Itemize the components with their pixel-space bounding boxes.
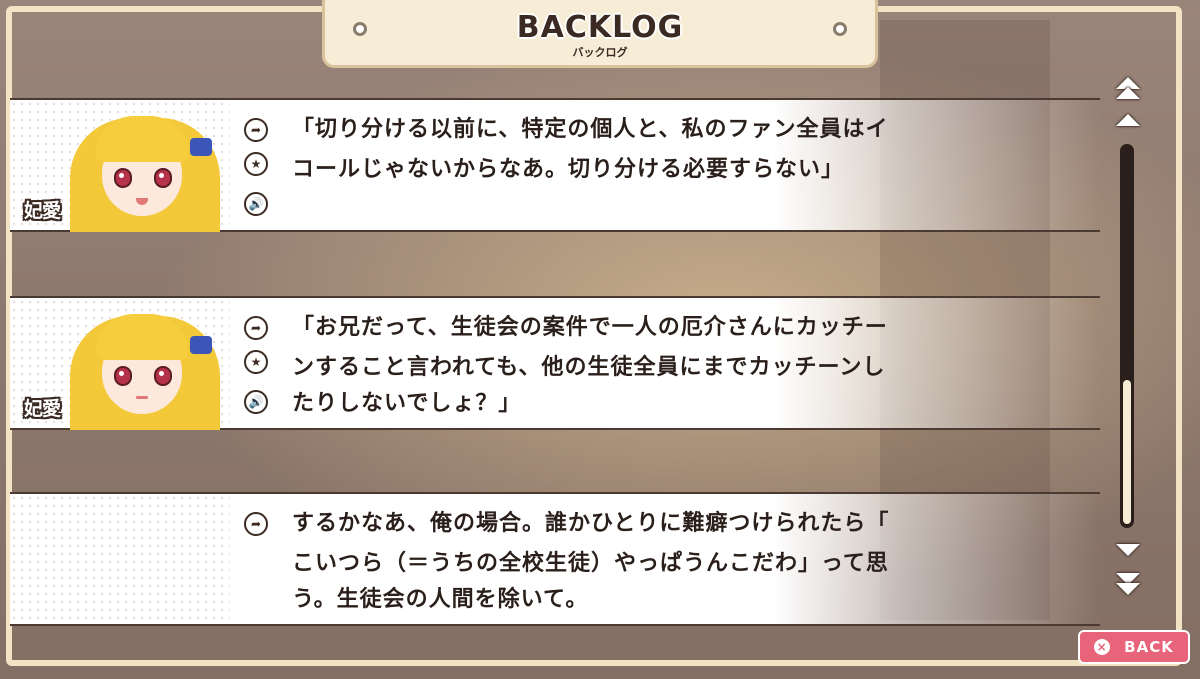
message-line: するかなあ、俺の場合。誰かひとりに難癖つけられたら「 bbox=[292, 511, 890, 536]
jump-icon[interactable]: ➦ bbox=[244, 316, 268, 340]
message-line: たりしないでしょ？」 bbox=[292, 391, 522, 416]
page-subtitle: バックログ bbox=[572, 46, 628, 59]
up-icon bbox=[1116, 114, 1140, 126]
message-line: 「お兄だって、生徒会の案件で一人の厄介さんにカッチー bbox=[292, 315, 888, 340]
favorite-star-icon[interactable]: ★ bbox=[244, 152, 268, 176]
message-line: こいつら（＝うちの全校生徒）やっぱうんこだわ」って思 bbox=[292, 551, 889, 576]
back-label: BACK bbox=[1124, 638, 1174, 656]
voice-replay-icon[interactable]: 🔊 bbox=[244, 390, 268, 414]
double-up-icon bbox=[1116, 87, 1140, 99]
scroll-to-top-button[interactable] bbox=[1115, 76, 1141, 100]
jump-icon[interactable]: ➦ bbox=[244, 512, 268, 536]
message-line: ンすること言われても、他の生徒全員にまでカッチーンし bbox=[292, 355, 886, 380]
scroll-up-button[interactable] bbox=[1115, 108, 1141, 132]
portrait-ribbon bbox=[190, 138, 212, 156]
portrait-eye-right bbox=[154, 168, 172, 188]
portrait-eye-right bbox=[154, 366, 172, 386]
message-line: う。生徒会の人間を除いて。 bbox=[292, 587, 589, 612]
log-entry: ➦ するかなあ、俺の場合。誰かひとりに難癖つけられたら「 こいつら（＝うちの全校… bbox=[10, 492, 1100, 626]
log-entry: 妃愛 ➦ ★ 🔊 「お兄だって、生徒会の案件で一人の厄介さんにカッチー ンするこ… bbox=[10, 296, 1100, 430]
speaker-name: 妃愛 bbox=[24, 398, 61, 420]
message-line: 「切り分ける以前に、特定の個人と、私のファン全員はイ bbox=[292, 117, 889, 142]
jump-icon[interactable]: ➦ bbox=[244, 118, 268, 142]
down-icon bbox=[1116, 544, 1140, 556]
close-icon: × bbox=[1094, 639, 1111, 655]
portrait-eye-left bbox=[114, 366, 132, 386]
portrait-eye-left bbox=[114, 168, 132, 188]
scrollbar-thumb[interactable] bbox=[1123, 380, 1131, 524]
portrait-mouth bbox=[136, 396, 148, 399]
page-title: BACKLOG bbox=[516, 10, 684, 45]
message-line: コールじゃないからなあ。切り分ける必要すらない」 bbox=[292, 157, 845, 182]
log-entry: 妃愛 ➦ ★ 🔊 「切り分ける以前に、特定の個人と、私のファン全員はイ コールじ… bbox=[10, 98, 1100, 232]
dot-pattern bbox=[10, 494, 230, 624]
scroll-down-button[interactable] bbox=[1115, 538, 1141, 562]
portrait-ribbon bbox=[190, 336, 212, 354]
scroll-to-bottom-button[interactable] bbox=[1115, 572, 1141, 596]
double-down-icon bbox=[1116, 583, 1140, 595]
backlog-title-plate: BACKLOG バックログ bbox=[322, 0, 878, 68]
voice-replay-icon[interactable]: 🔊 bbox=[244, 192, 268, 216]
speaker-name: 妃愛 bbox=[24, 200, 61, 222]
favorite-star-icon[interactable]: ★ bbox=[244, 350, 268, 374]
back-button[interactable]: × BACK bbox=[1078, 630, 1190, 664]
